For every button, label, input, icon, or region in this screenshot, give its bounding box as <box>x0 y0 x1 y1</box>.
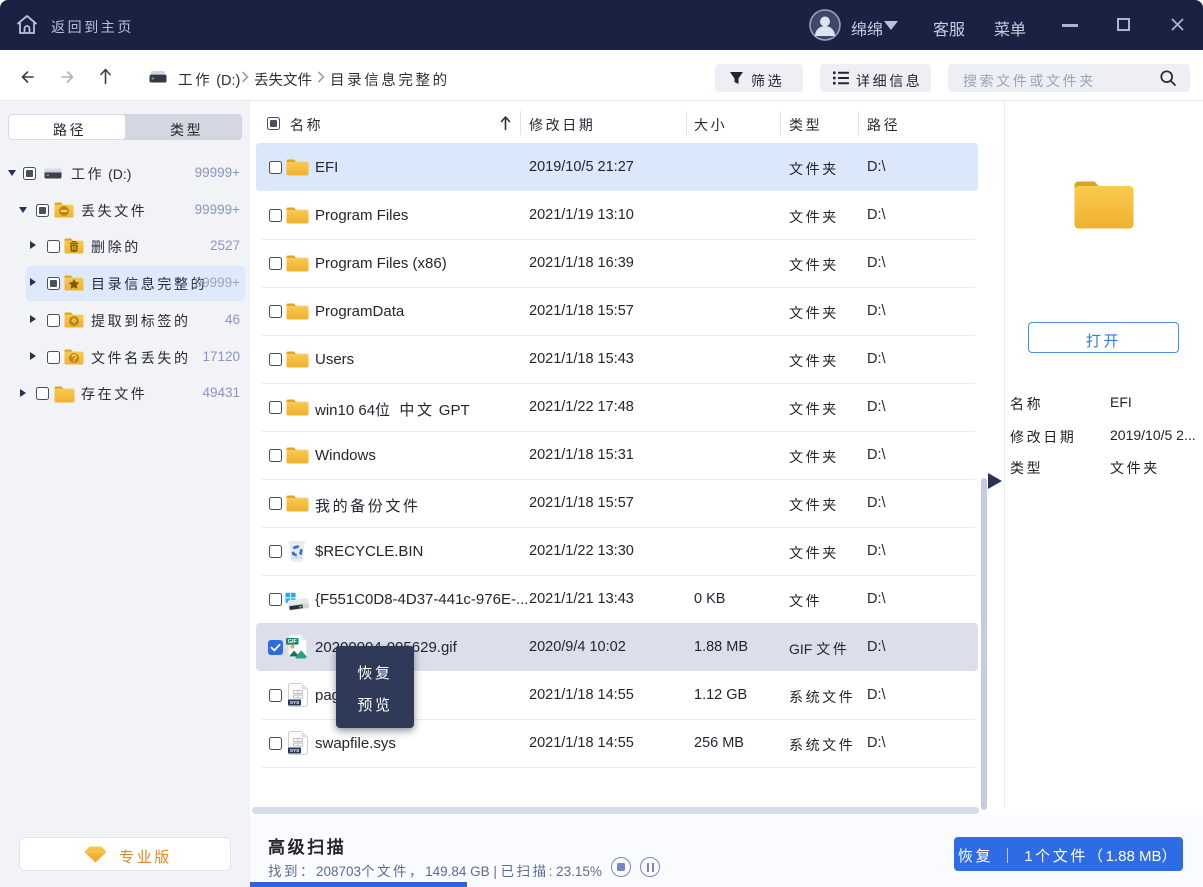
svg-text:SYS: SYS <box>290 748 300 754</box>
svg-text:SYS: SYS <box>290 700 300 706</box>
svg-text:GIF: GIF <box>287 639 297 645</box>
